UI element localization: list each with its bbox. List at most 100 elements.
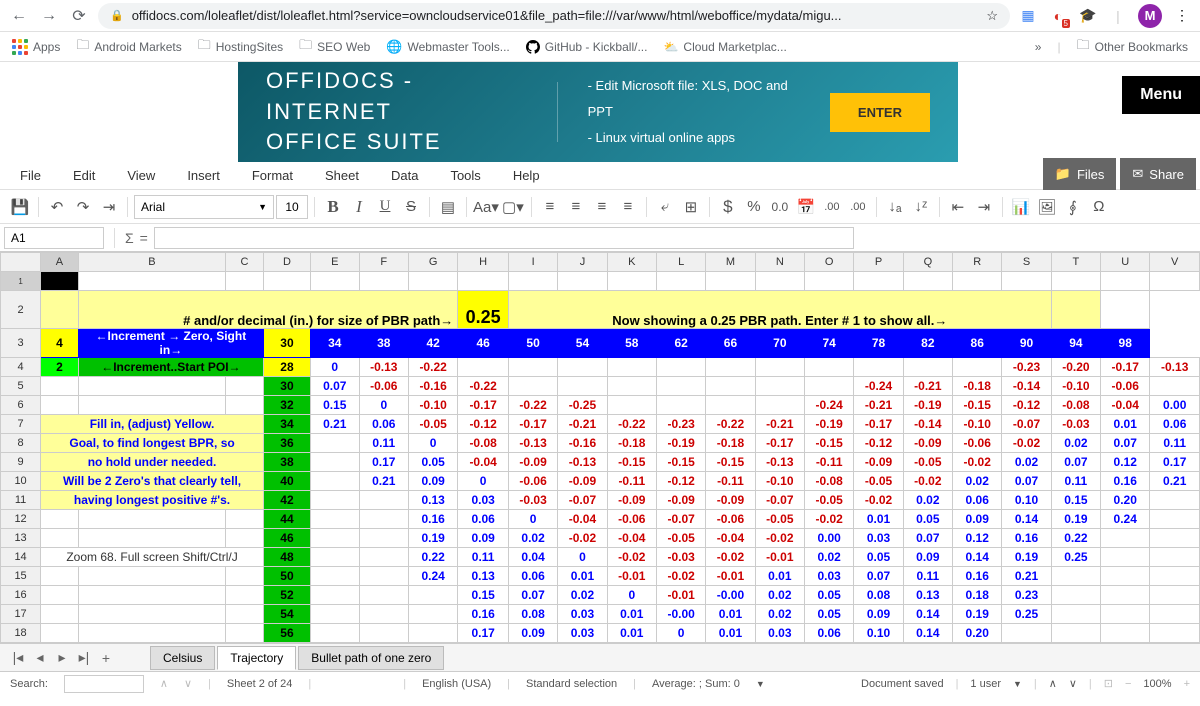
row-header[interactable]: 1	[1, 272, 41, 291]
function-icon[interactable]: ⨕	[1061, 195, 1085, 219]
menu-insert[interactable]: Insert	[171, 168, 236, 183]
files-button[interactable]: 📁Files	[1043, 158, 1117, 190]
bookmark-item[interactable]: GitHub - Kickball/...	[526, 40, 648, 54]
address-bar[interactable]: 🔒 offidocs.com/loleaflet/dist/loleaflet.…	[98, 3, 1010, 29]
menu-button[interactable]: Menu	[1122, 76, 1200, 114]
save-icon[interactable]: 💾	[8, 195, 32, 219]
user-count[interactable]: 1 user	[970, 678, 1001, 690]
row-header[interactable]: 16	[1, 586, 41, 605]
row-header[interactable]: 14	[1, 548, 41, 567]
bookmark-item[interactable]: 🗀HostingSites	[198, 36, 283, 58]
merge-icon[interactable]: ⊞	[679, 195, 703, 219]
profile-avatar[interactable]: M	[1138, 4, 1162, 28]
col-header[interactable]: Q	[903, 253, 952, 272]
row-header[interactable]: 7	[1, 415, 41, 434]
row-header[interactable]: 3	[1, 329, 41, 358]
row-header[interactable]: 12	[1, 510, 41, 529]
formula-input[interactable]	[154, 227, 854, 249]
sort-desc-icon[interactable]: ↓ᶻ	[909, 195, 933, 219]
row-header[interactable]: 2	[1, 291, 41, 329]
other-bookmarks[interactable]: 🗀Other Bookmarks	[1077, 36, 1188, 58]
menu-edit[interactable]: Edit	[57, 168, 111, 183]
col-header[interactable]: R	[953, 253, 1002, 272]
select-all-cell[interactable]	[1, 253, 41, 272]
undo-icon[interactable]: ↶	[45, 195, 69, 219]
indent-dec-icon[interactable]: ⇤	[946, 195, 970, 219]
menu-data[interactable]: Data	[375, 168, 434, 183]
tab-next-icon[interactable]: ▸	[52, 648, 72, 668]
row-header[interactable]: 18	[1, 624, 41, 643]
enter-button[interactable]: ENTER	[830, 93, 930, 132]
col-header[interactable]: G	[408, 253, 457, 272]
apps-button[interactable]: Apps	[12, 39, 60, 55]
back-button[interactable]: ←	[8, 5, 30, 27]
col-header[interactable]: C	[226, 253, 264, 272]
col-header[interactable]: D	[263, 253, 310, 272]
menu-view[interactable]: View	[111, 168, 171, 183]
col-header[interactable]: V	[1150, 253, 1200, 272]
forward-button[interactable]: →	[38, 5, 60, 27]
sheet-tab[interactable]: Trajectory	[217, 646, 296, 670]
sum-icon[interactable]: Σ	[125, 230, 134, 246]
equals-icon[interactable]: =	[140, 230, 148, 246]
dec-inc-icon[interactable]: .00	[820, 195, 844, 219]
col-header[interactable]: H	[458, 253, 509, 272]
search-prev-icon[interactable]: ∧	[160, 677, 168, 690]
bold-button[interactable]: B	[321, 195, 345, 219]
row-header[interactable]: 17	[1, 605, 41, 624]
zoom-in-icon[interactable]: ∨	[1069, 677, 1077, 690]
row-header[interactable]: 10	[1, 472, 41, 491]
sort-asc-icon[interactable]: ↓ₐ	[883, 195, 907, 219]
kebab-menu-icon[interactable]: ⋮	[1172, 6, 1192, 26]
italic-button[interactable]: I	[347, 195, 371, 219]
redo-icon[interactable]: ↷	[71, 195, 95, 219]
menu-file[interactable]: File	[4, 168, 57, 183]
zoom-fit-icon[interactable]: ⊡	[1104, 677, 1113, 690]
font-color-icon[interactable]: Aa▾	[473, 195, 499, 219]
zoom-plus-icon[interactable]: +	[1184, 678, 1190, 690]
col-header[interactable]: T	[1051, 253, 1100, 272]
underline-button[interactable]: U	[373, 195, 397, 219]
col-header[interactable]: J	[558, 253, 607, 272]
chart-icon[interactable]: 📊	[1009, 195, 1033, 219]
row-header[interactable]: 9	[1, 453, 41, 472]
bookmark-more[interactable]: »	[1035, 40, 1042, 54]
indent-inc-icon[interactable]: ⇥	[972, 195, 996, 219]
ext-grid-icon[interactable]: ▦	[1018, 6, 1038, 26]
col-header[interactable]: M	[706, 253, 755, 272]
font-size-input[interactable]	[276, 195, 308, 219]
selection-mode[interactable]: Standard selection	[526, 678, 617, 690]
date-icon[interactable]: 📅	[794, 195, 818, 219]
ext-grad-icon[interactable]: 🎓	[1078, 6, 1098, 26]
indent-icon[interactable]: ⇥	[97, 195, 121, 219]
menu-sheet[interactable]: Sheet	[309, 168, 375, 183]
row-header[interactable]: 8	[1, 434, 41, 453]
col-header[interactable]: F	[359, 253, 408, 272]
bookmark-item[interactable]: 🗀SEO Web	[299, 36, 370, 58]
spreadsheet-grid[interactable]: ABCDEFGHIJKLMNOPQRSTUV12# and/or decimal…	[0, 252, 1200, 643]
dropdown-icon[interactable]: ▼	[1013, 679, 1022, 689]
search-input[interactable]	[64, 675, 144, 693]
symbol-icon[interactable]: Ω	[1087, 195, 1111, 219]
menu-format[interactable]: Format	[236, 168, 309, 183]
row-header[interactable]: 11	[1, 491, 41, 510]
star-icon[interactable]: ☆	[986, 8, 998, 24]
row-header[interactable]: 15	[1, 567, 41, 586]
dec-dec-icon[interactable]: .00	[846, 195, 870, 219]
row-header[interactable]: 4	[1, 358, 41, 377]
image-icon[interactable]: 🖼	[1035, 195, 1059, 219]
ext-shield-icon[interactable]: ◐5	[1048, 6, 1068, 26]
zoom-out-icon[interactable]: ∧	[1049, 677, 1057, 690]
row-header[interactable]: 6	[1, 396, 41, 415]
reload-button[interactable]: ⟳	[68, 5, 90, 27]
currency-icon[interactable]: $	[716, 195, 740, 219]
row-header[interactable]: 5	[1, 377, 41, 396]
paint-format-icon[interactable]: ▤	[436, 195, 460, 219]
number-icon[interactable]: 0.0	[768, 195, 792, 219]
search-next-icon[interactable]: ∨	[184, 677, 192, 690]
wrap-icon[interactable]: ⤶	[653, 195, 677, 219]
align-center-icon[interactable]: ≡	[564, 195, 588, 219]
col-header[interactable]: A	[41, 253, 79, 272]
font-name-select[interactable]: Arial▼	[134, 195, 274, 219]
tab-prev-icon[interactable]: ◂	[30, 648, 50, 668]
